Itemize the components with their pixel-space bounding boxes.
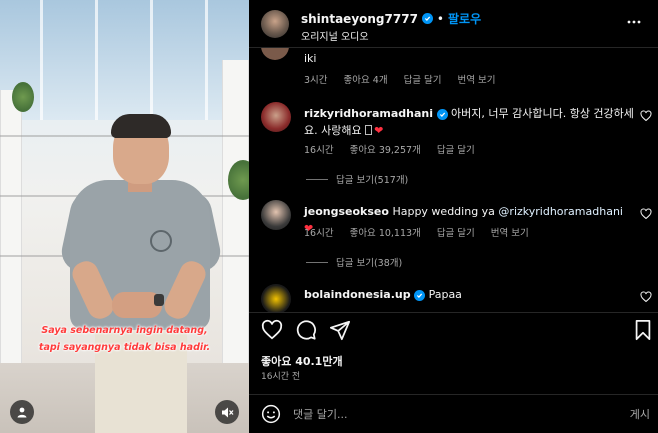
- profile-tag-button[interactable]: [10, 400, 34, 424]
- comment-username[interactable]: jeongseokseo: [304, 205, 389, 218]
- comment-text: bolaindonesia.up Papaa: [304, 286, 634, 303]
- person-hair: [111, 114, 171, 138]
- separator-dot: •: [436, 11, 444, 26]
- author-username[interactable]: shintaeyong7777: [301, 12, 418, 26]
- avatar[interactable]: [261, 10, 289, 38]
- avatar[interactable]: [261, 102, 291, 132]
- avatar[interactable]: [261, 200, 291, 230]
- translate-button[interactable]: 번역 보기: [458, 72, 496, 86]
- video-background-beam: [205, 0, 208, 120]
- comment-time[interactable]: 3시간: [304, 72, 328, 86]
- verified-badge-icon: [414, 290, 426, 301]
- unknown-glyph-icon: [365, 125, 373, 135]
- comment-likes[interactable]: 좋아요 4개: [344, 72, 388, 86]
- emoji-icon[interactable]: [261, 404, 281, 424]
- comment-input[interactable]: [293, 403, 593, 425]
- view-replies-button[interactable]: 답글 보기(38개): [306, 255, 402, 269]
- comment-likes[interactable]: 좋아요 10,113개: [350, 225, 421, 239]
- video-background-plant: [12, 82, 34, 112]
- verified-badge-icon: [421, 13, 433, 24]
- video-subtitle-line: tapi sayangnya tidak bisa hadir.: [38, 342, 211, 353]
- person-icon: [17, 407, 27, 418]
- video-background-beam: [150, 0, 153, 120]
- post-comment-button[interactable]: 게시: [630, 406, 650, 422]
- speaker-muted-icon: [221, 407, 233, 417]
- video-subtitle: Saya sebenarnya ingin datang, tapi sayan…: [0, 322, 249, 356]
- shirt-emblem: [150, 230, 172, 252]
- heart-icon[interactable]: [261, 319, 283, 341]
- video-background-ceiling: [0, 0, 249, 120]
- comment-text: rizkyridhoramadhani 아버지, 너무 감사합니다. 항상 건강…: [304, 105, 634, 139]
- likes-count[interactable]: 좋아요 40.1만개: [261, 353, 343, 369]
- post-actions: 좋아요 40.1만개 16시간 전: [249, 312, 658, 402]
- view-replies-label: 답글 보기(517개): [336, 175, 409, 186]
- reel-video[interactable]: Saya sebenarnya ingin datang, tapi sayan…: [0, 0, 249, 433]
- post-header: shintaeyong7777 • 팔로우 오리지널 오디오: [249, 0, 658, 48]
- video-background-beam: [40, 0, 43, 120]
- mute-button[interactable]: [215, 400, 239, 424]
- audio-label[interactable]: 오리지널 오디오: [301, 28, 369, 43]
- comment-like-icon[interactable]: [640, 208, 652, 220]
- comment-body: Happy wedding ya: [392, 205, 499, 218]
- comment-like-icon[interactable]: [640, 110, 652, 122]
- view-replies-button[interactable]: 답글 보기(517개): [306, 172, 408, 186]
- comment-icon[interactable]: [295, 319, 317, 341]
- video-subtitle-line: Saya sebenarnya ingin datang,: [41, 325, 208, 336]
- view-replies-label: 답글 보기(38개): [336, 258, 403, 269]
- translate-button[interactable]: 번역 보기: [491, 225, 529, 239]
- header-title-row: shintaeyong7777 • 팔로우: [301, 10, 481, 27]
- mention-link[interactable]: @rizkyridhoramadhani: [498, 205, 623, 218]
- avatar[interactable]: [261, 48, 289, 60]
- person-watch: [154, 294, 164, 306]
- comment-meta: 16시간 좋아요 39,257개 답글 달기: [304, 142, 475, 156]
- comment-time[interactable]: 16시간: [304, 142, 334, 156]
- replies-divider: [306, 178, 328, 180]
- post-panel: shintaeyong7777 • 팔로우 오리지널 오디오 iki 3시간 좋…: [249, 0, 658, 433]
- verified-badge-icon: [436, 109, 448, 120]
- comment-body: Papaa: [428, 288, 462, 301]
- reply-button[interactable]: 답글 달기: [404, 72, 442, 86]
- replies-divider: [306, 261, 328, 263]
- comment-username[interactable]: bolaindonesia.up: [304, 288, 411, 301]
- comments-list[interactable]: iki 3시간 좋아요 4개 답글 달기 번역 보기 rizkyridhoram…: [249, 48, 658, 312]
- comment-username[interactable]: rizkyridhoramadhani: [304, 107, 433, 120]
- comment-composer: 게시: [249, 394, 658, 433]
- more-horizontal-icon[interactable]: [626, 14, 642, 30]
- comment-likes[interactable]: 좋아요 39,257개: [350, 142, 421, 156]
- follow-button[interactable]: 팔로우: [448, 10, 481, 27]
- reply-button[interactable]: 답글 달기: [437, 225, 475, 239]
- comment-like-icon[interactable]: [640, 291, 652, 303]
- comment-time[interactable]: 16시간: [304, 225, 334, 239]
- send-icon[interactable]: [329, 319, 351, 341]
- comment-meta: 3시간 좋아요 4개 답글 달기 번역 보기: [304, 72, 496, 86]
- comment-body: 요. 사랑해요: [304, 124, 366, 137]
- red-heart-icon: ❤: [374, 124, 384, 137]
- reply-button[interactable]: 답글 달기: [437, 142, 475, 156]
- comment-text: iki: [304, 52, 317, 65]
- bookmark-icon[interactable]: [633, 319, 653, 341]
- comment-body: 아버지, 너무 감사합니다. 항상 건강하세: [451, 107, 634, 120]
- post-timestamp[interactable]: 16시간 전: [261, 369, 300, 382]
- comment-meta: 16시간 좋아요 10,113개 답글 달기 번역 보기: [304, 225, 529, 239]
- avatar[interactable]: [261, 284, 291, 312]
- video-background-beam: [95, 0, 98, 120]
